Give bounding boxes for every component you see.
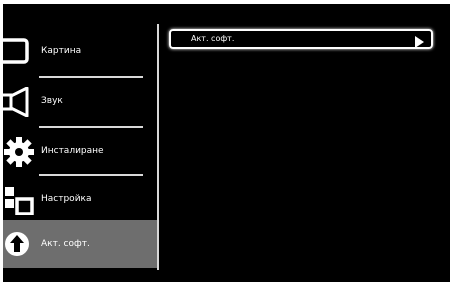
menu-item-label: Инсталиране <box>41 146 104 156</box>
menu-item-setup[interactable]: Настройка <box>3 175 159 224</box>
menu-item-software-update[interactable]: Акт. софт. <box>3 220 159 268</box>
menu-item-label: Картина <box>41 46 82 56</box>
menu-divider <box>157 24 159 270</box>
tv-menu-screen: Картина Звук Инсталиране Настройка Акт. … <box>3 4 450 282</box>
menu-item-label: Настройка <box>41 194 92 204</box>
play-arrow-icon <box>413 33 425 48</box>
speaker-icon <box>3 86 37 118</box>
gear-icon <box>3 137 37 167</box>
picture-icon <box>3 37 37 67</box>
main-menu: Картина Звук Инсталиране Настройка Акт. … <box>3 4 159 282</box>
menu-item-installation[interactable]: Инсталиране <box>3 127 159 176</box>
blocks-icon <box>3 185 37 216</box>
menu-item-sound[interactable]: Звук <box>3 77 159 126</box>
menu-item-label: Акт. софт. <box>41 239 90 249</box>
menu-item-picture[interactable]: Картина <box>3 27 159 76</box>
menu-item-label: Звук <box>41 96 63 106</box>
update-arrow-icon <box>3 229 37 259</box>
submenu-item-software-update[interactable]: Акт. софт. <box>169 29 433 49</box>
submenu-item-label: Акт. софт. <box>191 34 235 43</box>
